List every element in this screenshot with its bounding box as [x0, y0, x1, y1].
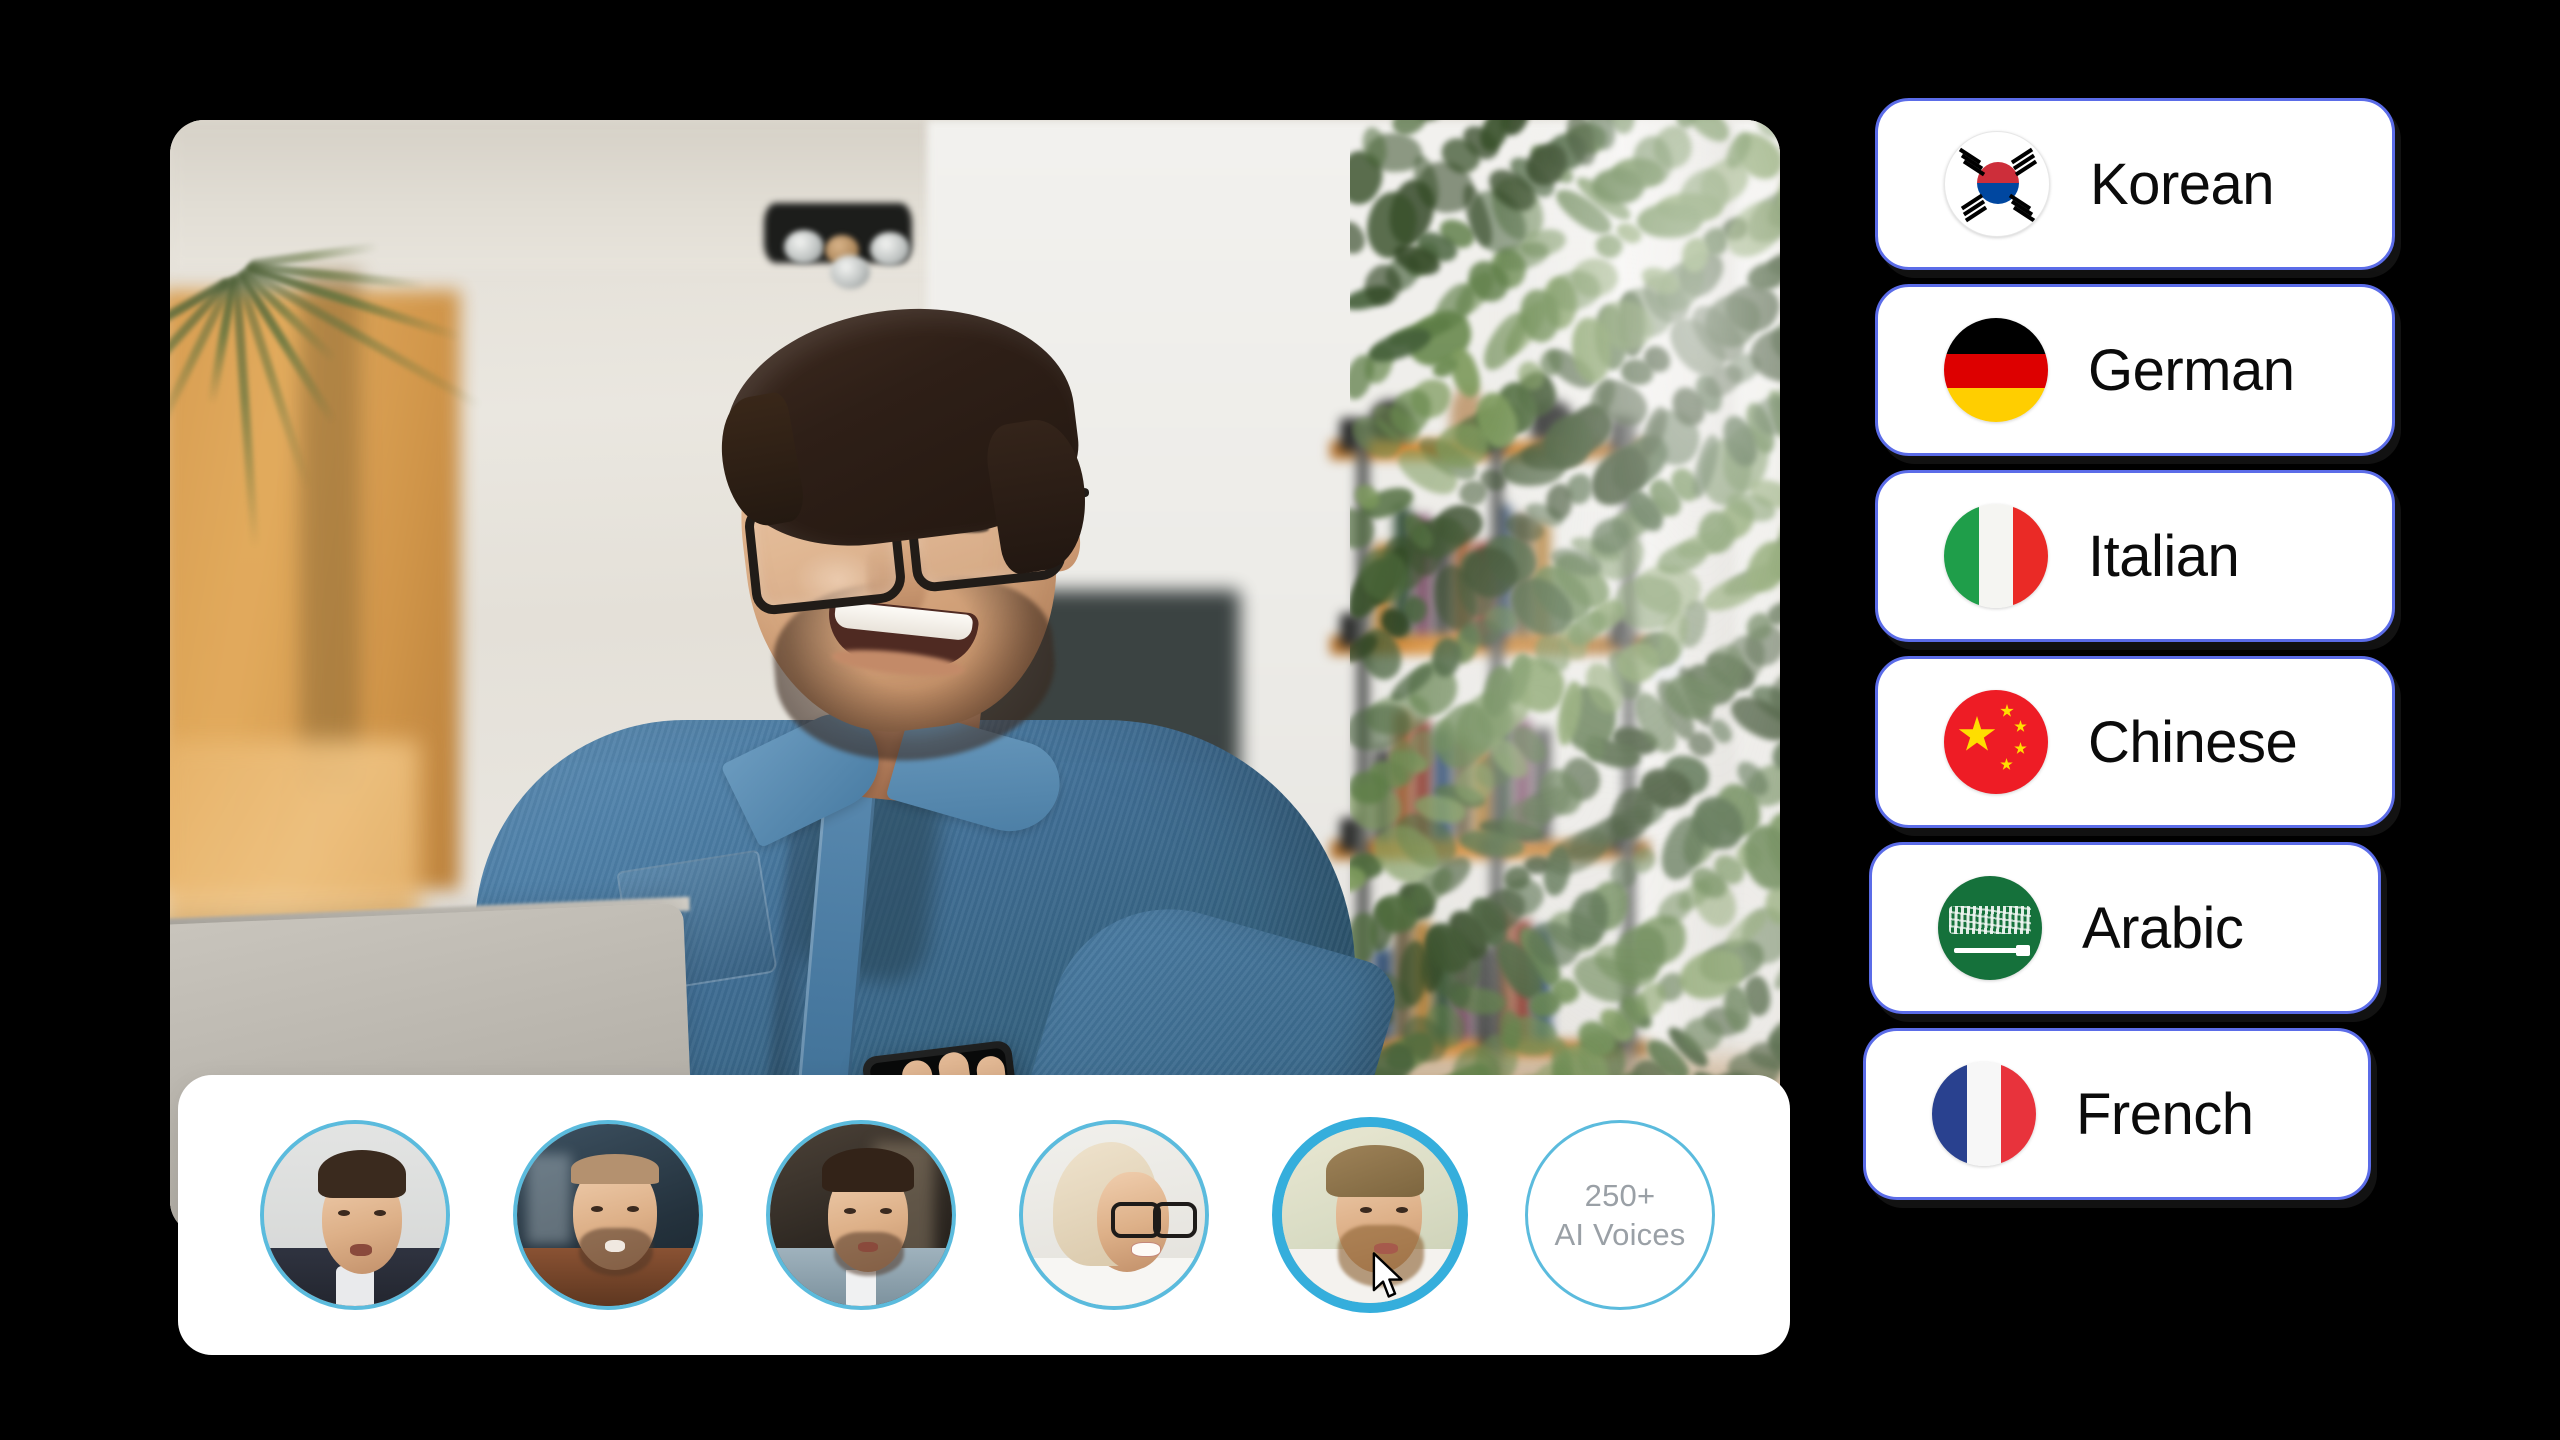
avatar-mouth — [350, 1244, 372, 1256]
avatar-eye — [880, 1208, 892, 1214]
language-label: Chinese — [2088, 709, 2298, 775]
flag-band-gold — [1944, 388, 2048, 422]
avatar-eye — [1396, 1207, 1408, 1213]
avatar-hair — [1326, 1145, 1424, 1197]
avatar-eye — [338, 1210, 350, 1216]
lamp-bulb — [870, 232, 910, 266]
avatar-glasses — [1153, 1202, 1197, 1238]
ai-voices-caption: AI Voices — [1554, 1217, 1686, 1252]
avatar-beard — [1338, 1225, 1424, 1287]
star-small — [2000, 758, 2013, 770]
language-card-french[interactable]: French — [1863, 1028, 2371, 1200]
flag-band-white — [1978, 504, 2014, 608]
star-small — [2014, 742, 2027, 754]
plant-top-left — [170, 120, 484, 549]
language-card-italian[interactable]: Italian — [1875, 470, 2395, 642]
sword-hilt — [2016, 945, 2030, 956]
flag-band-blue — [1932, 1062, 1967, 1166]
voice-avatar-3[interactable] — [766, 1120, 956, 1310]
flag-germany-icon — [1944, 318, 2048, 422]
plant-right — [1350, 120, 1780, 1235]
voice-avatar-2[interactable] — [513, 1120, 703, 1310]
avatar-eye — [844, 1208, 856, 1214]
avatar-background-blur — [527, 1154, 571, 1244]
voice-avatar-5[interactable] — [1272, 1117, 1468, 1313]
room-scene — [170, 120, 1780, 1235]
plant-light-gaps — [1350, 120, 1780, 1235]
avatar-mouth — [605, 1240, 625, 1252]
language-card-korean[interactable]: Korean — [1875, 98, 2395, 270]
language-list: Korean German Italian Chinese Arabic Fre… — [1863, 98, 2415, 1200]
flag-band-red — [2001, 1062, 2036, 1166]
language-label: Korean — [2090, 151, 2275, 217]
voice-avatar-1[interactable] — [260, 1120, 450, 1310]
flag-south-korea-icon — [1944, 131, 2050, 237]
lamp-bulb — [784, 230, 824, 264]
flag-italy-icon — [1944, 504, 2048, 608]
flag-france-icon — [1932, 1062, 2036, 1166]
avatar-hair — [318, 1150, 406, 1198]
avatar-bald-head — [571, 1154, 659, 1184]
avatar-mouth — [1374, 1243, 1398, 1254]
avatar-mouth — [858, 1242, 878, 1252]
language-label: French — [2076, 1081, 2254, 1147]
language-card-chinese[interactable]: Chinese — [1875, 656, 2395, 828]
avatar-slot — [766, 1120, 1019, 1310]
avatar-goatee — [834, 1232, 904, 1276]
avatar-slot: 250+ AI Voices — [1525, 1120, 1778, 1310]
avatar-eye — [374, 1210, 386, 1216]
language-label: German — [2088, 337, 2295, 403]
avatar-eye — [591, 1206, 603, 1212]
ai-voices-badge[interactable]: 250+ AI Voices — [1525, 1120, 1715, 1310]
flag-band-red — [2013, 504, 2048, 608]
language-label: Italian — [2088, 523, 2240, 589]
screenshot-stage: 250+ AI Voices Korean German Italian Chi… — [0, 0, 2560, 1440]
language-label: Arabic — [2082, 895, 2244, 961]
avatar-mouth — [1131, 1242, 1161, 1257]
voice-avatar-4[interactable] — [1019, 1120, 1209, 1310]
flag-band-white — [1966, 1062, 2002, 1166]
voice-avatar-bar: 250+ AI Voices — [178, 1075, 1790, 1355]
flag-saudi-arabia-icon — [1938, 876, 2042, 980]
flag-band-red — [1944, 353, 2048, 389]
language-card-german[interactable]: German — [1875, 284, 2395, 456]
hero-photo — [170, 120, 1780, 1235]
star-large — [1958, 716, 1996, 751]
star-small — [2000, 704, 2014, 717]
avatar-eye — [627, 1206, 639, 1212]
flag-band-black — [1944, 318, 2048, 354]
language-card-arabic[interactable]: Arabic — [1869, 842, 2381, 1014]
avatar-slot — [1019, 1120, 1272, 1310]
avatar-eye — [1360, 1207, 1372, 1213]
shahada-script — [1949, 906, 2031, 934]
avatar-slot — [1272, 1117, 1525, 1313]
ai-voices-count: 250+ — [1584, 1177, 1656, 1213]
star-small — [2014, 720, 2027, 732]
avatar-slot — [260, 1120, 513, 1310]
avatar-beard — [579, 1228, 653, 1276]
avatar-slot — [513, 1120, 766, 1310]
avatar-hair — [822, 1148, 914, 1192]
lamp-bulb — [830, 255, 870, 289]
flag-china-icon — [1944, 690, 2048, 794]
flag-band-green — [1944, 504, 1979, 608]
